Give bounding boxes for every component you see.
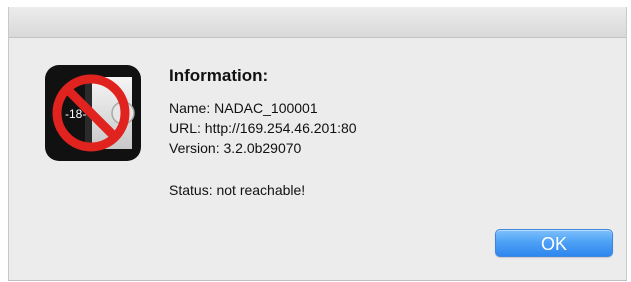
page: -18- Information: Name: NADAC_100001 URL… (0, 0, 631, 282)
device-version-text: Version: 3.2.0b29070 (169, 140, 302, 156)
ok-button[interactable]: OK (495, 229, 613, 257)
information-dialog: -18- Information: Name: NADAC_100001 URL… (8, 7, 627, 281)
device-status-text: Status: not reachable! (169, 182, 306, 198)
device-url-text: URL: http://169.254.46.201:80 (169, 120, 357, 136)
dialog-heading: Information: (169, 66, 269, 85)
dialog-titlebar[interactable] (9, 7, 626, 38)
device-name-text: Name: NADAC_100001 (169, 100, 318, 116)
dialog-content: Information: Name: NADAC_100001 URL: htt… (169, 64, 589, 200)
device-unreachable-icon: -18- (45, 65, 141, 161)
